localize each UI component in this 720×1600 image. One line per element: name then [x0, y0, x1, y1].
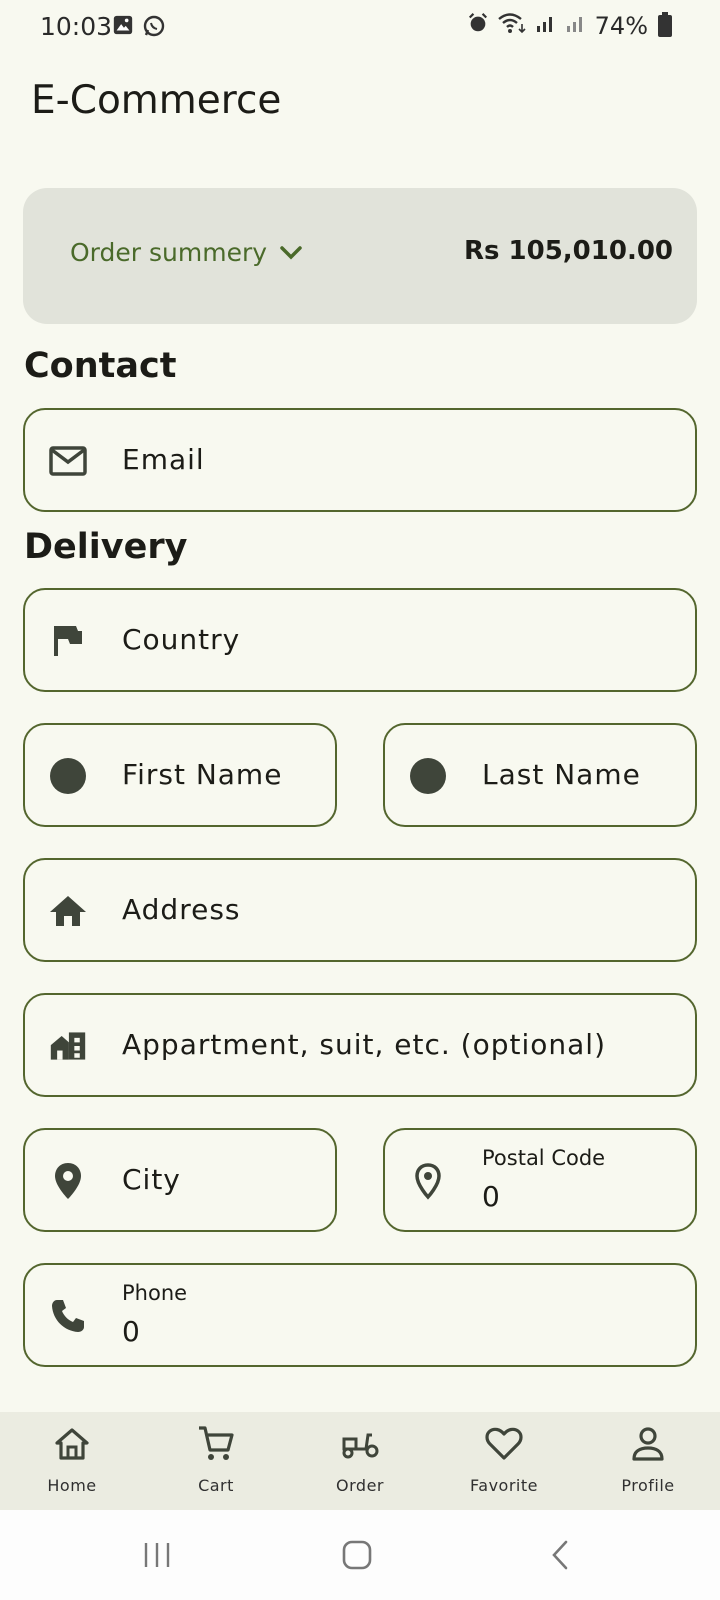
- country-placeholder: Country: [122, 623, 241, 656]
- nav-order[interactable]: Order: [288, 1412, 432, 1510]
- person-dot-icon: [49, 757, 87, 795]
- status-time: 10:03: [40, 12, 113, 41]
- nav-favorite-label: Favorite: [470, 1476, 538, 1495]
- address-field[interactable]: Address: [23, 858, 697, 962]
- status-bar: 10:03 74%: [0, 0, 720, 54]
- battery-icon: [658, 12, 672, 37]
- nav-home[interactable]: Home: [0, 1412, 144, 1510]
- apartment-field[interactable]: Appartment, suit, etc. (optional): [23, 993, 697, 1097]
- last-name-placeholder: Last Name: [482, 758, 641, 791]
- location-pin-outline-icon: [409, 1162, 447, 1200]
- nav-cart[interactable]: Cart: [144, 1412, 288, 1510]
- app-title: E-Commerce: [31, 78, 282, 123]
- delivery-heading: Delivery: [24, 527, 188, 567]
- recent-apps-icon: [144, 1543, 170, 1567]
- recent-apps-button[interactable]: [127, 1530, 187, 1580]
- wifi-icon: [497, 12, 527, 40]
- flag-icon: [49, 622, 87, 660]
- city-placeholder: City: [122, 1163, 181, 1196]
- home-nav-button[interactable]: [327, 1530, 387, 1580]
- order-summary-label: Order summery: [70, 238, 268, 267]
- gallery-notification-icon: [112, 14, 134, 42]
- last-name-field[interactable]: Last Name: [383, 723, 697, 827]
- home-square-icon: [342, 1540, 372, 1570]
- heart-icon: [484, 1424, 524, 1464]
- phone-label: Phone: [122, 1281, 188, 1305]
- nav-profile[interactable]: Profile: [576, 1412, 720, 1510]
- scooter-icon: [340, 1424, 380, 1464]
- back-button[interactable]: [530, 1530, 590, 1580]
- order-total: Rs 105,010.00: [463, 236, 673, 266]
- signal-icon-sim1: [535, 12, 557, 40]
- system-nav-bar: [0, 1510, 720, 1600]
- nav-profile-label: Profile: [621, 1476, 675, 1495]
- alarm-icon: [467, 12, 489, 40]
- postal-code-field[interactable]: Postal Code 0: [383, 1128, 697, 1232]
- nav-cart-label: Cart: [198, 1476, 234, 1495]
- contact-heading: Contact: [24, 346, 177, 386]
- cart-icon: [196, 1424, 236, 1464]
- first-name-field[interactable]: First Name: [23, 723, 337, 827]
- first-name-placeholder: First Name: [122, 758, 283, 791]
- nav-home-label: Home: [47, 1476, 97, 1495]
- back-chevron-icon: [552, 1540, 568, 1570]
- home-icon: [52, 1424, 92, 1464]
- signal-icon-sim2: [565, 12, 587, 40]
- location-pin-icon: [49, 1162, 87, 1200]
- country-field[interactable]: Country: [23, 588, 697, 692]
- city-field[interactable]: City: [23, 1128, 337, 1232]
- person-icon: [628, 1424, 668, 1464]
- chevron-down-icon: [279, 238, 303, 267]
- mail-icon: [49, 442, 87, 480]
- battery-percent: 74%: [594, 12, 648, 40]
- home-icon: [49, 892, 87, 930]
- phone-value: 0: [122, 1315, 140, 1348]
- person-dot-icon: [409, 757, 447, 795]
- postal-code-label: Postal Code: [482, 1146, 606, 1170]
- whatsapp-notification-icon: [142, 14, 166, 42]
- apartment-icon: [49, 1027, 87, 1065]
- postal-code-value: 0: [482, 1180, 500, 1213]
- order-summary-toggle[interactable]: Order summery: [70, 238, 303, 267]
- email-field[interactable]: Email: [23, 408, 697, 512]
- order-summary-card: Order summery Rs 105,010.00: [23, 188, 697, 324]
- phone-icon: [49, 1297, 87, 1335]
- bottom-nav: Home Cart Order Favorite Profile: [0, 1412, 720, 1510]
- nav-favorite[interactable]: Favorite: [432, 1412, 576, 1510]
- phone-field[interactable]: Phone 0: [23, 1263, 697, 1367]
- email-placeholder: Email: [122, 443, 205, 476]
- nav-order-label: Order: [336, 1476, 384, 1495]
- apartment-placeholder: Appartment, suit, etc. (optional): [122, 1028, 606, 1061]
- address-placeholder: Address: [122, 893, 241, 926]
